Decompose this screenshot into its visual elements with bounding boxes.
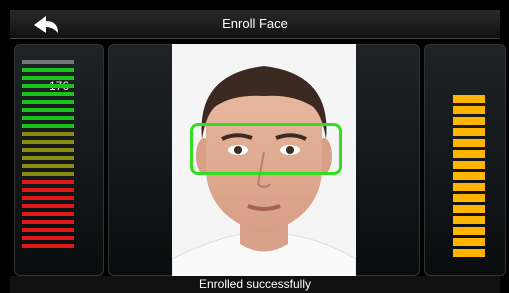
eye-detection-frame	[190, 123, 342, 175]
progress-bar	[453, 172, 485, 180]
quality-bar	[22, 140, 74, 144]
quality-bar	[22, 188, 74, 192]
quality-bar	[22, 236, 74, 240]
quality-bar	[22, 68, 74, 72]
quality-bar	[22, 148, 74, 152]
progress-bar	[453, 95, 485, 103]
quality-bar	[22, 84, 74, 88]
quality-bar	[22, 212, 74, 216]
progress-bar	[453, 117, 485, 125]
quality-bar	[22, 124, 74, 128]
quality-bar	[22, 76, 74, 80]
progress-bar	[453, 161, 485, 169]
page-title: Enroll Face	[222, 16, 288, 31]
quality-bar	[22, 116, 74, 120]
progress-bar	[453, 183, 485, 191]
quality-bar	[22, 244, 74, 248]
status-message: Enrolled successfully	[10, 276, 500, 293]
quality-bar	[22, 196, 74, 200]
quality-bar	[22, 172, 74, 176]
progress-bar	[453, 128, 485, 136]
quality-bar	[22, 204, 74, 208]
progress-bar	[453, 150, 485, 158]
progress-bar	[453, 205, 485, 213]
quality-bar	[22, 220, 74, 224]
quality-bar	[22, 108, 74, 112]
quality-bar	[22, 228, 74, 232]
progress-bar	[453, 249, 485, 257]
progress-bar	[453, 227, 485, 235]
quality-bar	[22, 156, 74, 160]
quality-bar	[22, 92, 74, 96]
quality-bar	[22, 132, 74, 136]
title-bar: Enroll Face	[10, 10, 500, 39]
quality-bar	[22, 60, 74, 64]
progress-bar	[453, 194, 485, 202]
quality-bar	[22, 180, 74, 184]
progress-bar	[453, 139, 485, 147]
progress-bar	[453, 238, 485, 246]
progress-bar	[453, 216, 485, 224]
progress-bar	[453, 106, 485, 114]
quality-bar	[22, 100, 74, 104]
quality-bar	[22, 164, 74, 168]
